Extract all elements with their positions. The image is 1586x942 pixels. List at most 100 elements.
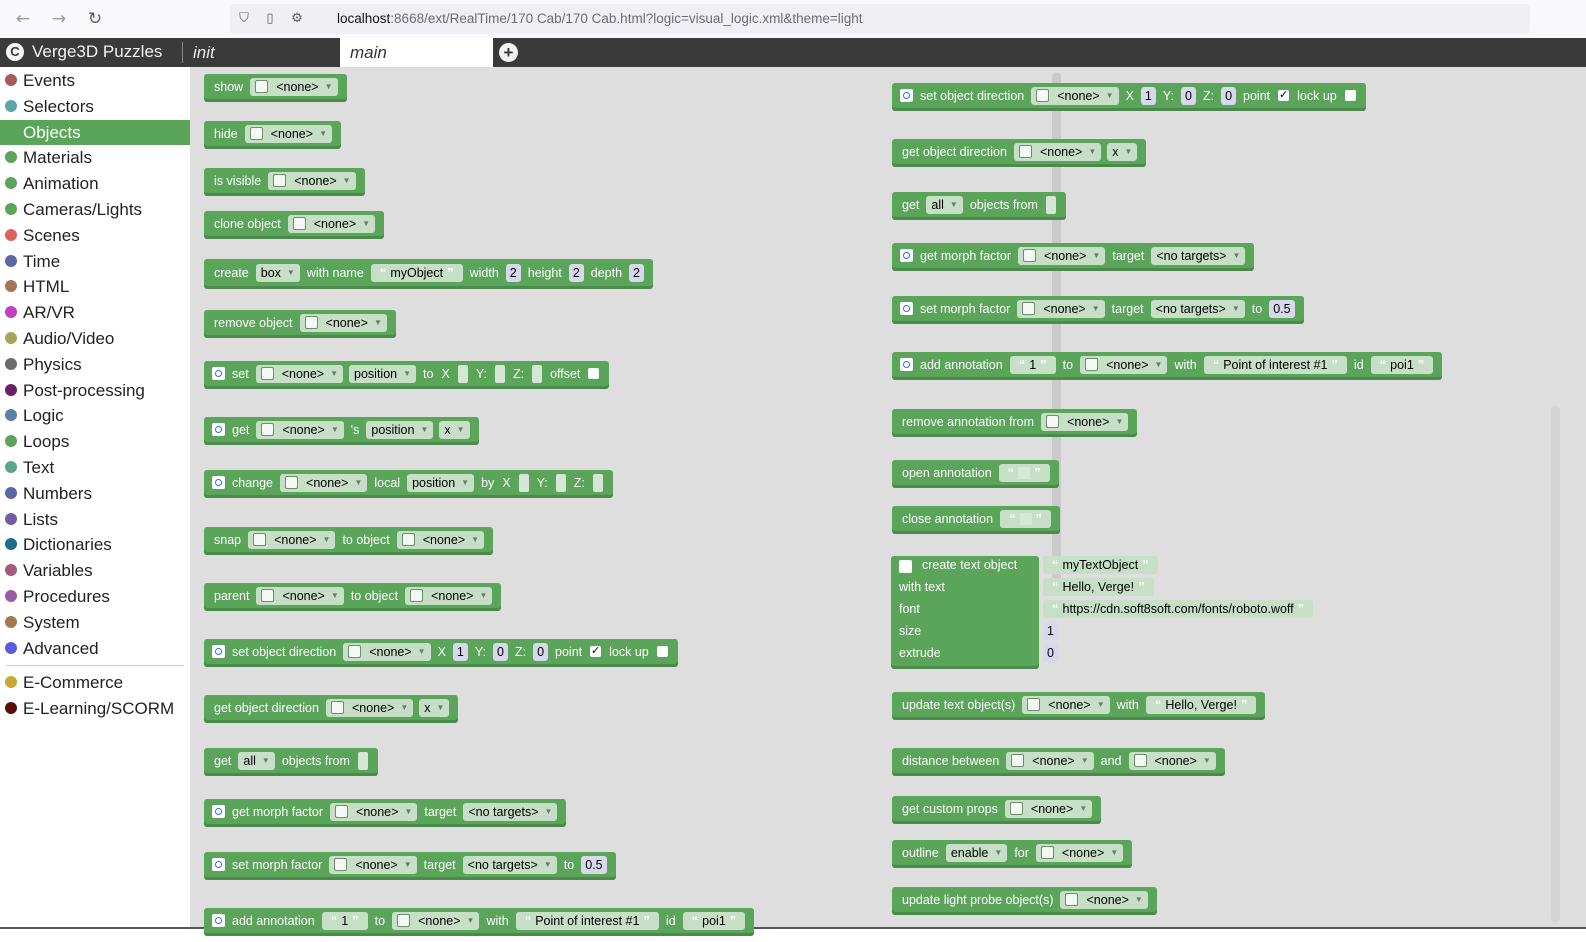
x-input-slot[interactable] bbox=[518, 473, 529, 492]
sidebar-item-logic[interactable]: Logic bbox=[0, 403, 190, 428]
object-dropdown[interactable]: <none> ▼ bbox=[330, 802, 418, 821]
block-set-object-direction[interactable]: set object direction <none> ▼ X 1 Y: 0 Z: 0 point… bbox=[892, 83, 1366, 108]
block-remove-object[interactable]: remove object <none> ▼ bbox=[204, 310, 396, 335]
axis-dropdown[interactable]: x ▼ bbox=[439, 420, 470, 439]
gear-icon[interactable] bbox=[212, 423, 225, 436]
object-dropdown[interactable]: <none> ▼ bbox=[392, 911, 480, 930]
y-input-slot[interactable] bbox=[555, 473, 566, 492]
sidebar-item-physics[interactable]: Physics bbox=[0, 352, 190, 377]
url-text[interactable]: localhost:8668/ext/RealTime/170 Cab/170 … bbox=[337, 11, 863, 26]
z-input-slot[interactable] bbox=[592, 473, 603, 492]
object-dropdown[interactable]: <none> ▼ bbox=[1060, 890, 1148, 909]
block-update-text-objects[interactable]: update text object(s) <none> ▼ with “Hello, … bbox=[892, 692, 1266, 717]
block-hide[interactable]: hide <none> ▼ bbox=[204, 121, 341, 146]
sidebar-item-dictionaries[interactable]: Dictionaries bbox=[0, 532, 190, 557]
outline-mode-dropdown[interactable]: enable ▼ bbox=[945, 843, 1008, 862]
block-get-morph-factor[interactable]: get morph factor <none> ▼ target <no targets… bbox=[204, 799, 567, 824]
target-dropdown[interactable]: <no targets> ▼ bbox=[463, 802, 558, 821]
block-set-morph-factor[interactable]: set morph factor <none> ▼ target <no targets… bbox=[204, 852, 616, 877]
gear-icon[interactable] bbox=[900, 302, 913, 315]
y-input-slot[interactable] bbox=[494, 364, 505, 383]
add-tab-icon[interactable]: + bbox=[499, 43, 518, 62]
gear-icon[interactable] bbox=[899, 560, 912, 573]
block-distance-between[interactable]: distance between <none> ▼ and <none> ▼ bbox=[892, 748, 1225, 773]
block-clone-object[interactable]: clone object <none> ▼ bbox=[204, 211, 385, 236]
block-change-position[interactable]: change <none> ▼ local position ▼ by X Y: Z: bbox=[204, 470, 613, 495]
font-url-string[interactable]: “https://cdn.soft8soft.com/fonts/roboto.… bbox=[1043, 600, 1314, 618]
value-number[interactable]: 0.5 bbox=[581, 855, 607, 874]
permissions-icon[interactable]: ⚙ bbox=[288, 10, 306, 28]
block-snap[interactable]: snap <none> ▼ to object <none> ▼ bbox=[204, 527, 494, 552]
block-open-annotation[interactable]: open annotation “” bbox=[892, 460, 1059, 485]
block-show[interactable]: show <none> ▼ bbox=[204, 74, 347, 99]
tab-main[interactable]: main bbox=[340, 38, 493, 67]
x-number[interactable]: 1 bbox=[452, 642, 468, 661]
target-object-dropdown[interactable]: <none> ▼ bbox=[396, 530, 485, 549]
block-close-annotation[interactable]: close annotation “” bbox=[892, 506, 1061, 531]
point-checkbox[interactable]: ✓ bbox=[1278, 90, 1290, 101]
object-dropdown[interactable]: <none> ▼ bbox=[244, 124, 332, 143]
annotation-id-string[interactable]: “” bbox=[998, 463, 1050, 482]
target-dropdown[interactable]: <no targets> ▼ bbox=[1150, 299, 1245, 318]
object-dropdown[interactable]: <none> ▼ bbox=[256, 420, 344, 439]
sidebar-item-text[interactable]: Text bbox=[0, 455, 190, 480]
depth-number[interactable]: 2 bbox=[629, 263, 644, 282]
object-dropdown[interactable]: <none> ▼ bbox=[1022, 695, 1110, 714]
gear-icon[interactable] bbox=[212, 645, 225, 658]
sidebar-item-system[interactable]: System bbox=[0, 610, 190, 635]
object-dropdown[interactable]: <none> ▼ bbox=[268, 171, 356, 190]
gear-icon[interactable] bbox=[212, 858, 225, 871]
block-get-object-direction[interactable]: get object direction <none> ▼ x ▼ bbox=[892, 139, 1147, 164]
block-is-visible[interactable]: is visible <none> ▼ bbox=[204, 168, 365, 193]
source-input-slot[interactable] bbox=[1045, 195, 1056, 214]
size-number[interactable]: 1 bbox=[1043, 622, 1058, 640]
block-update-light-probe[interactable]: update light probe object(s) <none> ▼ bbox=[892, 887, 1157, 912]
z-number[interactable]: 0 bbox=[1221, 86, 1237, 105]
object-dropdown[interactable]: <none> ▼ bbox=[1035, 843, 1124, 862]
object-dropdown[interactable]: <none> ▼ bbox=[256, 586, 344, 605]
object-dropdown[interactable]: <none> ▼ bbox=[1006, 751, 1094, 770]
gear-icon[interactable] bbox=[212, 805, 225, 818]
address-bar[interactable]: ⛉ ▯ ⚙ localhost:8668/ext/RealTime/170 Ca… bbox=[230, 4, 1530, 34]
annotation-text-string[interactable]: “1” bbox=[321, 911, 368, 930]
second-object-dropdown[interactable]: <none> ▼ bbox=[1128, 751, 1216, 770]
sidebar-item-audio-video[interactable]: Audio/Video bbox=[0, 326, 190, 351]
property-dropdown[interactable]: position ▼ bbox=[366, 420, 434, 439]
gear-icon[interactable] bbox=[212, 476, 225, 489]
gear-icon[interactable] bbox=[212, 367, 225, 380]
object-dropdown[interactable]: <none> ▼ bbox=[1017, 299, 1105, 318]
back-arrow-icon[interactable]: ← bbox=[12, 8, 34, 30]
filter-dropdown[interactable]: all ▼ bbox=[238, 751, 275, 770]
sidebar-item-time[interactable]: Time bbox=[0, 249, 190, 274]
sidebar-item-scenes[interactable]: Scenes bbox=[0, 223, 190, 248]
gear-icon[interactable] bbox=[212, 914, 225, 927]
gear-icon[interactable] bbox=[900, 249, 913, 262]
z-number[interactable]: 0 bbox=[533, 642, 549, 661]
flyout-scrollbar[interactable] bbox=[1551, 406, 1560, 922]
block-set-morph-factor[interactable]: set morph factor <none> ▼ target <no targets… bbox=[892, 296, 1304, 321]
block-outline[interactable]: outline enable ▼ for <none> ▼ bbox=[892, 840, 1133, 865]
annotation-id-string[interactable]: “poi1” bbox=[682, 911, 746, 930]
forward-arrow-icon[interactable]: → bbox=[48, 8, 70, 30]
x-number[interactable]: 1 bbox=[1140, 86, 1156, 105]
text-content-string[interactable]: “Hello, Verge!” bbox=[1145, 695, 1257, 714]
object-dropdown[interactable]: <none> ▼ bbox=[255, 364, 344, 383]
sidebar-item-animation[interactable]: Animation bbox=[0, 171, 190, 196]
lock-up-checkbox[interactable] bbox=[656, 646, 668, 657]
height-number[interactable]: 2 bbox=[568, 263, 584, 282]
sidebar-item-advanced[interactable]: Advanced bbox=[0, 636, 190, 661]
target-dropdown[interactable]: <no targets> ▼ bbox=[1151, 246, 1246, 265]
axis-dropdown[interactable]: x ▼ bbox=[419, 698, 450, 717]
sidebar-item-lists[interactable]: Lists bbox=[0, 507, 190, 532]
name-string[interactable]: “myObject” bbox=[370, 263, 463, 282]
sidebar-item-e-learning-scorm[interactable]: E-Learning/SCORM bbox=[0, 696, 190, 721]
lock-up-checkbox[interactable] bbox=[1344, 90, 1356, 101]
sidebar-item-html[interactable]: HTML bbox=[0, 274, 190, 299]
axis-dropdown[interactable]: x ▼ bbox=[1107, 142, 1138, 161]
text-object-name-string[interactable]: “myTextObject” bbox=[1043, 556, 1158, 574]
shield-icon[interactable]: ⛉ bbox=[235, 10, 253, 28]
annotation-id-string[interactable]: “poi1” bbox=[1370, 355, 1434, 374]
object-dropdown[interactable]: <none> ▼ bbox=[280, 473, 368, 492]
extrude-number[interactable]: 0 bbox=[1043, 644, 1058, 662]
y-number[interactable]: 0 bbox=[493, 642, 508, 661]
